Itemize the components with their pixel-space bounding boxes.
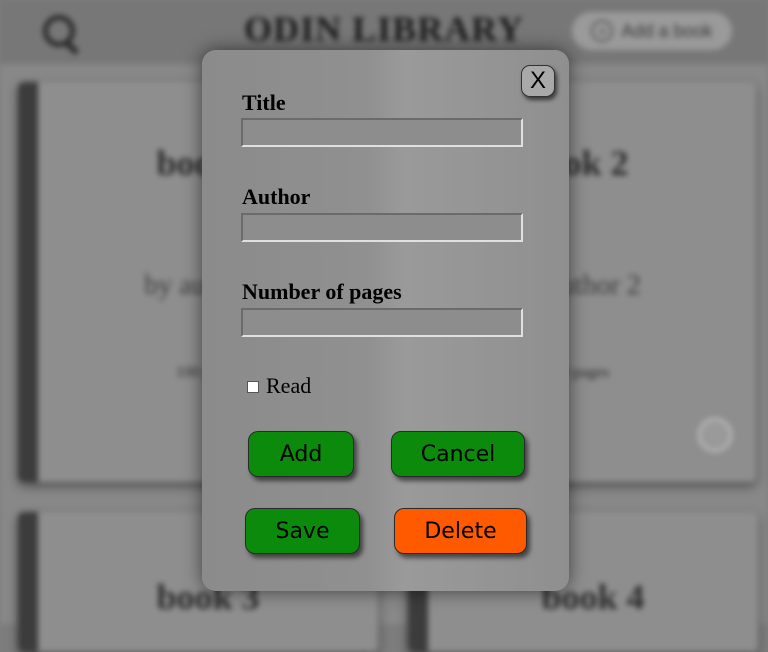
edit-icon[interactable] [698, 418, 732, 452]
close-button[interactable]: X [521, 65, 555, 97]
author-input[interactable] [241, 213, 523, 242]
book-spine [18, 82, 38, 482]
save-button[interactable]: Save [245, 508, 360, 554]
delete-button[interactable]: Delete [394, 508, 527, 554]
add-book-button[interactable]: + Add a book [572, 12, 732, 50]
read-checkbox[interactable] [247, 381, 259, 393]
title-input[interactable] [241, 118, 523, 147]
title-label: Title [242, 90, 286, 115]
add-book-label: Add a book [621, 20, 713, 41]
cancel-button[interactable]: Cancel [391, 431, 525, 477]
author-label: Author [242, 184, 311, 209]
add-button[interactable]: Add [248, 431, 354, 477]
pages-label: Number of pages [242, 279, 402, 304]
pages-input[interactable] [241, 308, 523, 337]
plus-icon: + [591, 20, 614, 42]
book-form-modal: X Title Author Number of pages Read Add … [202, 50, 569, 591]
book-spine [18, 512, 38, 652]
read-label: Read [266, 373, 312, 398]
